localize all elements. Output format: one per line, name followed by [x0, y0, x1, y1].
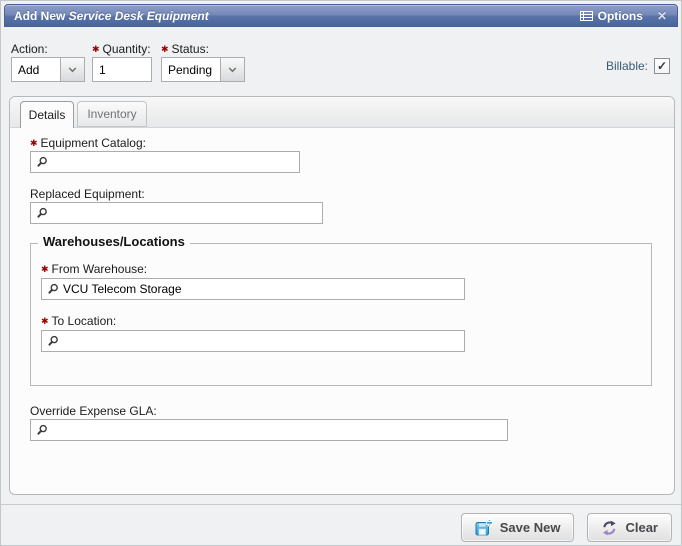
- options-button[interactable]: Options: [580, 9, 643, 23]
- warehouses-locations-group: Warehouses/Locations ✱From Warehouse: ✱T…: [30, 243, 652, 386]
- quantity-label: ✱Quantity:: [92, 42, 151, 56]
- action-select-value: Add: [12, 58, 60, 81]
- tab-inventory[interactable]: Inventory: [77, 101, 147, 127]
- footer-toolbar: Save New Clear: [461, 513, 672, 542]
- required-icon: ✱: [30, 138, 38, 148]
- equipment-catalog-field: [30, 151, 300, 173]
- dialog-title-emphasis: Service Desk Equipment: [69, 9, 209, 23]
- equipment-catalog-input[interactable]: [52, 153, 299, 171]
- dialog-titlebar: Add New Service Desk Equipment Options ✕: [4, 4, 678, 27]
- save-new-label: Save New: [500, 520, 561, 535]
- required-icon: ✱: [41, 264, 49, 274]
- clear-label: Clear: [625, 520, 658, 535]
- replaced-equipment-input[interactable]: [52, 204, 322, 222]
- equipment-catalog-label: ✱Equipment Catalog:: [30, 136, 146, 150]
- quantity-input[interactable]: [92, 57, 152, 82]
- tab-details[interactable]: Details: [20, 101, 74, 128]
- search-icon: [36, 156, 48, 168]
- chevron-down-icon: [228, 67, 237, 73]
- status-select[interactable]: Pending: [161, 57, 245, 82]
- from-warehouse-input[interactable]: [63, 280, 464, 298]
- action-select[interactable]: Add: [11, 57, 85, 82]
- from-warehouse-label: ✱From Warehouse:: [41, 262, 147, 276]
- save-new-button[interactable]: Save New: [461, 513, 575, 542]
- billable-checkbox[interactable]: ✓: [654, 58, 670, 74]
- required-icon: ✱: [41, 316, 49, 326]
- search-icon: [36, 424, 48, 436]
- search-icon: [47, 283, 59, 295]
- refresh-icon: [601, 520, 618, 536]
- billable-field: Billable: ✓: [606, 58, 670, 74]
- override-expense-gla-input[interactable]: [52, 421, 507, 439]
- override-expense-gla-label: Override Expense GLA:: [30, 404, 157, 418]
- add-equipment-dialog: Add New Service Desk Equipment Options ✕…: [0, 0, 682, 546]
- chevron-down-icon: [68, 67, 77, 73]
- options-grid-icon: [580, 10, 593, 22]
- warehouses-locations-legend: Warehouses/Locations: [38, 234, 190, 249]
- clear-button[interactable]: Clear: [587, 513, 672, 542]
- status-label: ✱Status:: [161, 42, 209, 56]
- dialog-title-prefix: Add New: [14, 9, 69, 23]
- checkmark-icon: ✓: [657, 60, 667, 72]
- footer-divider: [1, 504, 681, 505]
- dialog-title: Add New Service Desk Equipment: [5, 9, 209, 23]
- required-icon: ✱: [161, 44, 169, 54]
- search-icon: [47, 335, 59, 347]
- search-icon: [36, 207, 48, 219]
- required-icon: ✱: [92, 44, 100, 54]
- options-label: Options: [598, 9, 643, 23]
- save-icon: [475, 519, 493, 536]
- override-expense-gla-field: [30, 419, 508, 441]
- replaced-equipment-label: Replaced Equipment:: [30, 187, 145, 201]
- status-select-value: Pending: [162, 58, 220, 81]
- status-select-trigger[interactable]: [220, 58, 244, 81]
- action-label: Action:: [11, 42, 48, 56]
- close-icon[interactable]: ✕: [657, 10, 667, 22]
- replaced-equipment-field: [30, 202, 323, 224]
- to-location-field: [41, 330, 465, 352]
- action-select-trigger[interactable]: [60, 58, 84, 81]
- from-warehouse-field: [41, 278, 465, 300]
- equipment-tab-panel: Details Inventory ✱Equipment Catalog: Re…: [9, 96, 675, 495]
- tab-bar: Details Inventory: [10, 97, 674, 128]
- to-location-input[interactable]: [63, 332, 464, 350]
- to-location-label: ✱To Location:: [41, 314, 116, 328]
- billable-label: Billable:: [606, 59, 648, 73]
